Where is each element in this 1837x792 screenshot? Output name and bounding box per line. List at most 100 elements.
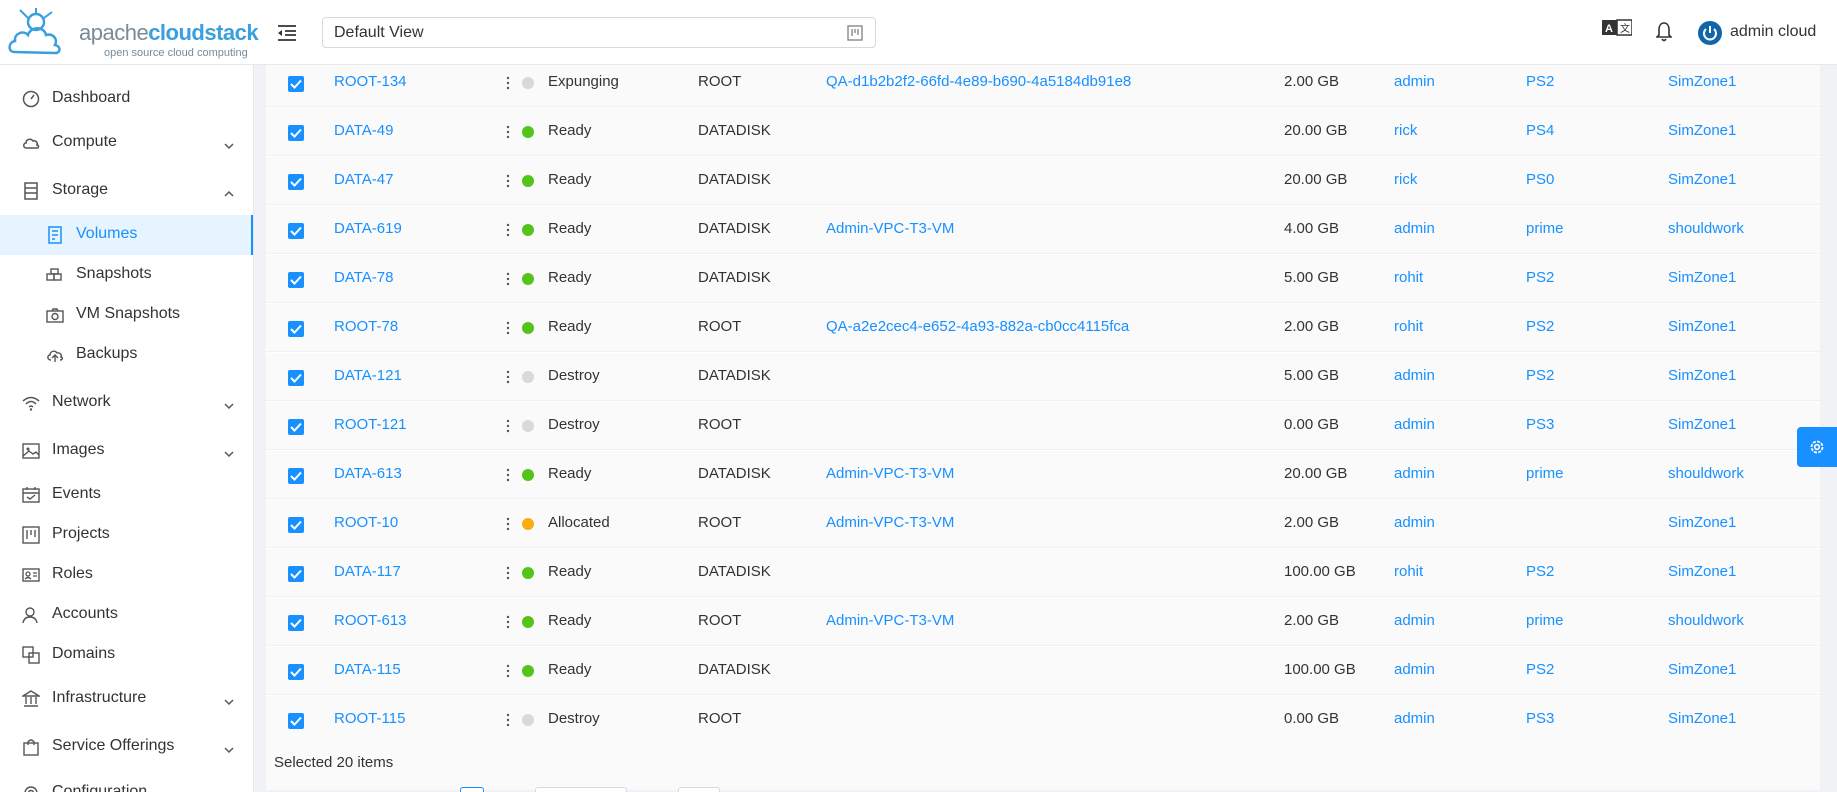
user-avatar-icon[interactable] [1698, 21, 1722, 50]
row-checkbox[interactable] [288, 272, 304, 288]
storage-pool-link[interactable]: PS2 [1526, 318, 1554, 335]
account-link[interactable]: admin [1394, 416, 1435, 433]
zone-link[interactable]: shouldwork [1668, 220, 1744, 237]
zone-link[interactable]: SimZone1 [1668, 171, 1736, 188]
table-row[interactable]: DATA-117 Ready DATADISK 100.00 GB rohit PS2 Si… [266, 549, 1820, 597]
sidebar-item-volumes[interactable]: Volumes [0, 215, 253, 255]
volume-name-link[interactable]: DATA-613 [334, 465, 402, 482]
table-row[interactable]: DATA-121 Destroy DATADISK 5.00 GB admin PS2 Si… [266, 353, 1820, 401]
storage-pool-link[interactable]: PS2 [1526, 73, 1554, 90]
table-row[interactable]: ROOT-78 Ready ROOT QA-a2e2cec4-e652-4a93-88… [266, 304, 1820, 352]
table-row[interactable]: DATA-619 Ready DATADISK Admin-VPC-T3-VM 4.00… [266, 206, 1820, 254]
zone-link[interactable]: SimZone1 [1668, 661, 1736, 678]
volume-name-link[interactable]: ROOT-115 [334, 710, 405, 727]
zone-link[interactable]: SimZone1 [1668, 122, 1736, 139]
row-actions-icon[interactable] [506, 122, 510, 142]
storage-pool-link[interactable]: PS2 [1526, 269, 1554, 286]
zone-link[interactable]: SimZone1 [1668, 318, 1736, 335]
zone-link[interactable]: shouldwork [1668, 465, 1744, 482]
sidebar-item-domains[interactable]: Domains [0, 635, 253, 675]
volume-name-link[interactable]: DATA-78 [334, 269, 393, 286]
zone-link[interactable]: SimZone1 [1668, 416, 1736, 433]
account-link[interactable]: rick [1394, 171, 1417, 188]
volume-name-link[interactable]: DATA-121 [334, 367, 402, 384]
zone-link[interactable]: SimZone1 [1668, 367, 1736, 384]
storage-pool-link[interactable]: PS2 [1526, 563, 1554, 580]
account-link[interactable]: rohit [1394, 563, 1423, 580]
account-link[interactable]: admin [1394, 220, 1435, 237]
settings-drawer-button[interactable] [1797, 427, 1837, 467]
storage-pool-link[interactable]: prime [1526, 612, 1564, 629]
table-row[interactable]: ROOT-613 Ready ROOT Admin-VPC-T3-VM 2.00 GB a… [266, 598, 1820, 646]
account-link[interactable]: admin [1394, 73, 1435, 90]
volume-name-link[interactable]: DATA-115 [334, 661, 401, 678]
sidebar-item-events[interactable]: Events [0, 475, 253, 515]
account-link[interactable]: admin [1394, 612, 1435, 629]
sidebar-item-service-offerings[interactable]: Service Offerings [0, 727, 253, 767]
row-checkbox[interactable] [288, 321, 304, 337]
row-actions-icon[interactable] [506, 269, 510, 289]
vm-name-link[interactable]: Admin-VPC-T3-VM [826, 612, 954, 629]
volume-name-link[interactable]: ROOT-121 [334, 416, 407, 433]
table-row[interactable]: DATA-49 Ready DATADISK 20.00 GB rick PS4 SimZo… [266, 108, 1820, 156]
volume-name-link[interactable]: ROOT-613 [334, 612, 407, 629]
menu-fold-icon[interactable] [276, 22, 298, 44]
row-actions-icon[interactable] [506, 171, 510, 191]
zone-link[interactable]: shouldwork [1668, 612, 1744, 629]
row-actions-icon[interactable] [506, 661, 510, 681]
sidebar-item-network[interactable]: Network [0, 383, 253, 423]
sidebar-item-roles[interactable]: Roles [0, 555, 253, 595]
volume-name-link[interactable]: DATA-619 [334, 220, 402, 237]
account-link[interactable]: rick [1394, 122, 1417, 139]
row-checkbox[interactable] [288, 419, 304, 435]
storage-pool-link[interactable]: PS0 [1526, 171, 1554, 188]
sidebar-item-backups[interactable]: Backups [0, 335, 253, 375]
row-checkbox[interactable] [288, 468, 304, 484]
row-checkbox[interactable] [288, 517, 304, 533]
sidebar-item-compute[interactable]: Compute [0, 123, 253, 163]
account-link[interactable]: admin [1394, 514, 1435, 531]
zone-link[interactable]: SimZone1 [1668, 73, 1736, 90]
row-actions-icon[interactable] [506, 318, 510, 338]
vm-name-link[interactable]: Admin-VPC-T3-VM [826, 514, 954, 531]
row-checkbox[interactable] [288, 713, 304, 729]
row-actions-icon[interactable] [506, 612, 510, 632]
sidebar-item-dashboard[interactable]: Dashboard [0, 79, 253, 119]
row-actions-icon[interactable] [506, 367, 510, 387]
vm-name-link[interactable]: Admin-VPC-T3-VM [826, 465, 954, 482]
bell-icon[interactable] [1655, 22, 1673, 47]
vm-name-link[interactable]: QA-a2e2cec4-e652-4a93-882a-cb0cc4115fca [826, 318, 1129, 335]
volume-name-link[interactable]: DATA-117 [334, 563, 401, 580]
row-actions-icon[interactable] [506, 465, 510, 485]
storage-pool-link[interactable]: PS2 [1526, 661, 1554, 678]
row-actions-icon[interactable] [506, 73, 510, 93]
account-link[interactable]: admin [1394, 465, 1435, 482]
pagination-jumper-input[interactable] [678, 787, 720, 792]
sidebar-item-snapshots[interactable]: Snapshots [0, 255, 253, 295]
table-row[interactable]: ROOT-10 Allocated ROOT Admin-VPC-T3-VM 2.00 … [266, 500, 1820, 548]
account-link[interactable]: rohit [1394, 269, 1423, 286]
sidebar-item-storage[interactable]: Storage [0, 171, 253, 211]
row-actions-icon[interactable] [506, 514, 510, 534]
view-selector[interactable]: Default View [322, 17, 876, 48]
sidebar-item-projects[interactable]: Projects [0, 515, 253, 555]
table-row[interactable]: ROOT-121 Destroy ROOT 0.00 GB admin PS3 SimZon… [266, 402, 1820, 450]
row-actions-icon[interactable] [506, 416, 510, 436]
storage-pool-link[interactable]: PS3 [1526, 710, 1554, 727]
cloudstack-logo[interactable]: apachecloudstack open source cloud compu… [6, 6, 259, 62]
storage-pool-link[interactable]: PS4 [1526, 122, 1554, 139]
account-link[interactable]: admin [1394, 710, 1435, 727]
storage-pool-link[interactable]: prime [1526, 220, 1564, 237]
volume-name-link[interactable]: DATA-47 [334, 171, 393, 188]
pagination-current-page[interactable] [460, 787, 484, 792]
row-actions-icon[interactable] [506, 710, 510, 730]
sidebar-item-vm-snapshots[interactable]: VM Snapshots [0, 295, 253, 335]
account-link[interactable]: admin [1394, 661, 1435, 678]
account-link[interactable]: admin [1394, 367, 1435, 384]
row-checkbox[interactable] [288, 615, 304, 631]
storage-pool-link[interactable]: PS2 [1526, 367, 1554, 384]
volume-name-link[interactable]: ROOT-134 [334, 73, 407, 90]
pagination-size-select[interactable] [535, 787, 627, 792]
row-checkbox[interactable] [288, 664, 304, 680]
row-actions-icon[interactable] [506, 220, 510, 240]
